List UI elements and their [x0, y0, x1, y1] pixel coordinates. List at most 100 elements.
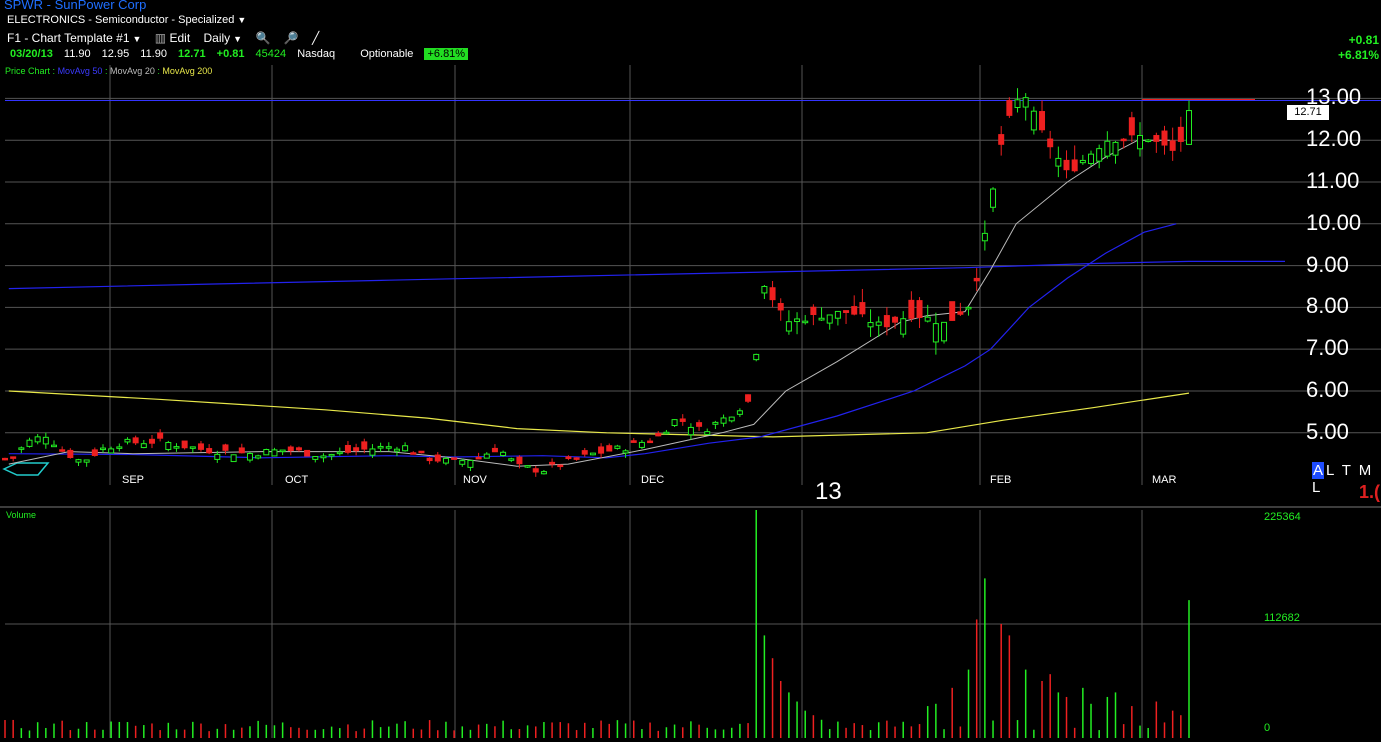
- candle-down: [353, 447, 360, 452]
- candle-up: [508, 458, 515, 461]
- candle-up: [214, 453, 221, 460]
- price-tick-label: 8.00: [1306, 293, 1349, 319]
- candle-up: [990, 188, 997, 208]
- candle-down: [1006, 100, 1013, 116]
- candle-down: [475, 456, 482, 460]
- red-indicator: 1.(: [1359, 482, 1381, 502]
- last-price-label: 12.71: [1287, 105, 1329, 120]
- volume-tick-label: 112682: [1264, 612, 1300, 624]
- candle-down: [843, 310, 850, 313]
- candle-up: [614, 445, 621, 449]
- candle-down: [777, 302, 784, 311]
- candle-up: [540, 471, 547, 475]
- candle-down: [679, 418, 686, 422]
- candle-up: [1104, 140, 1111, 157]
- candle-up: [393, 448, 400, 452]
- candle-down: [655, 433, 662, 437]
- candle-up: [230, 454, 237, 463]
- candle-up: [246, 453, 253, 461]
- price-tick-label: 11.00: [1306, 168, 1360, 193]
- candle-up: [1145, 139, 1152, 143]
- candle-down: [157, 432, 164, 439]
- price-tick-label: 5.00: [1306, 418, 1349, 444]
- candle-up: [165, 442, 172, 450]
- candle-down: [67, 449, 74, 459]
- candle-up: [794, 318, 801, 323]
- candle-up: [402, 445, 409, 452]
- candle-down: [1153, 135, 1160, 142]
- candle-up: [1186, 110, 1192, 145]
- candle-up: [981, 232, 988, 242]
- view-a-button[interactable]: A: [1312, 462, 1325, 479]
- candle-down: [197, 443, 204, 450]
- candle-down: [59, 449, 66, 452]
- candle-up: [1030, 110, 1037, 131]
- candle-up: [761, 285, 768, 294]
- candle-down: [745, 394, 752, 402]
- candle-up: [75, 459, 82, 463]
- candle-up: [26, 439, 33, 447]
- price-volume-chart[interactable]: [0, 0, 1381, 742]
- candle-up: [753, 353, 760, 361]
- candle-up: [965, 306, 972, 310]
- candle-up: [524, 465, 531, 468]
- candle-up: [189, 446, 196, 449]
- candle-up: [116, 446, 123, 449]
- candle-up: [459, 460, 466, 465]
- candle-up: [687, 426, 694, 436]
- candle-up: [483, 453, 490, 459]
- candle-up: [271, 449, 278, 457]
- candle-down: [451, 457, 458, 460]
- candle-down: [10, 456, 17, 459]
- candle-down: [304, 449, 311, 457]
- candle-down: [148, 438, 155, 444]
- candle-up: [834, 310, 841, 319]
- candle-up: [1022, 97, 1029, 108]
- month-tick-label: MAR: [1152, 474, 1177, 486]
- candle-down: [810, 306, 817, 316]
- candle-up: [1014, 99, 1021, 108]
- candle-up: [941, 321, 948, 342]
- candle-down: [1161, 130, 1168, 146]
- candle-up: [34, 436, 41, 443]
- month-tick-label: OCT: [285, 474, 309, 486]
- candle-down: [418, 450, 425, 454]
- candle-down: [1120, 138, 1127, 142]
- candle-up: [99, 447, 106, 451]
- candle-up: [924, 316, 931, 322]
- candle-up: [18, 447, 25, 450]
- candle-up: [663, 431, 670, 435]
- candle-down: [565, 456, 572, 459]
- candle-up: [255, 455, 262, 459]
- volume-tick-label: 0: [1264, 722, 1271, 734]
- candle-up: [1079, 159, 1086, 164]
- candle-down: [606, 445, 613, 452]
- year-label: 13: [815, 478, 842, 505]
- candle-down: [206, 448, 213, 454]
- candle-down: [557, 464, 564, 468]
- scroll-arrow-icon: [2, 462, 50, 476]
- candle-down: [287, 446, 294, 452]
- candle-up: [826, 314, 833, 324]
- candle-up: [140, 443, 147, 449]
- candle-down: [647, 440, 654, 444]
- candle-up: [638, 441, 645, 448]
- candle-down: [2, 457, 8, 461]
- candle-down: [222, 444, 229, 451]
- candle-down: [908, 299, 915, 319]
- candle-down: [491, 447, 498, 453]
- candle-up: [328, 453, 335, 457]
- candle-up: [818, 317, 825, 321]
- candle-up: [50, 444, 57, 448]
- candle-down: [883, 315, 890, 328]
- candle-down: [892, 316, 899, 323]
- candle-down: [516, 456, 523, 465]
- candle-up: [736, 410, 743, 415]
- candle-down: [426, 457, 433, 462]
- candle-up: [369, 448, 376, 456]
- month-tick-label: DEC: [641, 474, 665, 486]
- candle-up: [83, 459, 90, 463]
- month-tick-label: NOV: [463, 474, 487, 486]
- candle-down: [410, 452, 417, 455]
- candle-down: [859, 302, 866, 315]
